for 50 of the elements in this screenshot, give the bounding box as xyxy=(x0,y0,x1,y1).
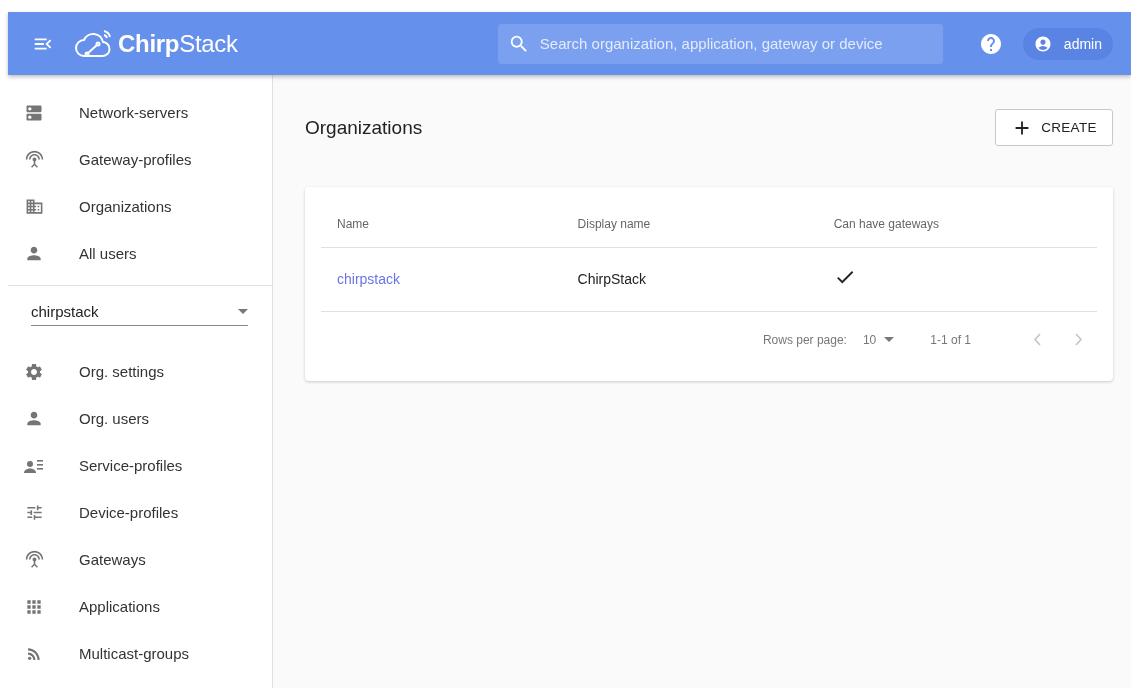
search-field[interactable]: Search organization, application, gateway or device xyxy=(497,23,943,64)
dropdown-caret-icon xyxy=(238,309,248,314)
person-list-icon xyxy=(24,457,44,474)
chevron-right-icon xyxy=(1075,333,1083,346)
sidebar-item[interactable]: Multicast-groups xyxy=(8,630,272,677)
building-icon xyxy=(24,197,44,216)
settings-icon xyxy=(24,361,44,382)
sidebar-item[interactable]: Service-profiles xyxy=(8,442,272,489)
create-button[interactable]: CREATE xyxy=(995,109,1113,146)
sliders-icon xyxy=(24,503,44,522)
dropdown-caret-icon xyxy=(884,337,895,342)
sidebar-item-label: Device-profiles xyxy=(79,504,179,521)
logo-text: ChirpStack xyxy=(118,29,238,58)
column-header: Can have gateways xyxy=(833,217,940,231)
sidebar-item-label: Org. settings xyxy=(79,363,165,380)
sidebar-item[interactable]: Gateways xyxy=(8,536,272,583)
column-header: Display name xyxy=(577,217,651,231)
sidebar-item[interactable]: Device-profiles xyxy=(8,489,272,536)
help-icon[interactable] xyxy=(978,31,1003,56)
sidebar-item-label: Gateway-profiles xyxy=(79,151,192,168)
sidebar-item-label: Gateways xyxy=(79,551,146,568)
rows-per-page-label: Rows per page: xyxy=(762,332,847,347)
account-icon xyxy=(1033,34,1052,53)
antenna-icon xyxy=(24,550,44,569)
sidebar-item[interactable]: Organizations xyxy=(8,183,272,230)
sidebar-item[interactable]: Applications xyxy=(8,583,272,630)
sidebar-item[interactable]: Org. users xyxy=(8,395,272,442)
sidebar-item[interactable]: All users xyxy=(8,230,272,277)
sidebar-item-label: Org. users xyxy=(79,410,150,427)
table-cell: ChirpStack xyxy=(577,270,646,287)
organization-link[interactable]: chirpstack xyxy=(337,270,401,287)
sidebar-item-label: All users xyxy=(79,245,137,262)
page-title: Organizations xyxy=(305,116,423,139)
cloud-logo-icon xyxy=(74,27,114,60)
sidebar-item[interactable]: Org. settings xyxy=(8,348,272,395)
column-header: Name xyxy=(337,217,369,231)
sidebar-item-label: Multicast-groups xyxy=(79,645,190,662)
search-input[interactable]: Search organization, application, gateway or device xyxy=(537,34,933,53)
rows-per-page-select[interactable]: 10 xyxy=(862,332,895,347)
sidebar-item-label: Service-profiles xyxy=(79,457,183,474)
organization-select[interactable]: chirpstack xyxy=(31,301,248,326)
page-range: 1-1 of 1 xyxy=(930,332,971,347)
sidebar-item[interactable]: Gateway-profiles xyxy=(8,136,272,183)
sidebar-item-label: Network-servers xyxy=(79,104,189,121)
sidebar-item-label: Applications xyxy=(79,598,160,615)
sidebar-item[interactable]: Network-servers xyxy=(8,89,272,136)
chevron-left-icon xyxy=(1033,333,1041,346)
antenna-icon xyxy=(24,150,44,169)
user-menu-button[interactable]: admin xyxy=(1022,27,1113,60)
sidebar-item-label: Organizations xyxy=(79,198,172,215)
